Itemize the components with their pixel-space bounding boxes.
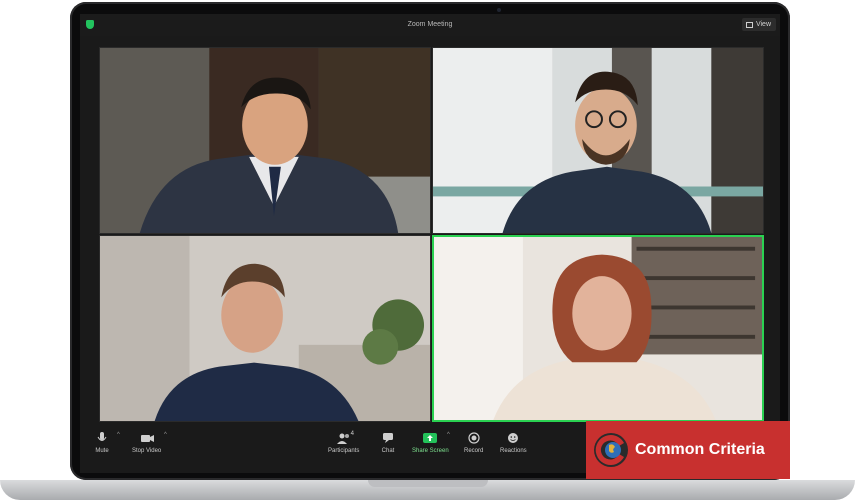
chat-icon — [380, 432, 396, 444]
zoom-window: Zoom Meeting View Mute ^ Stop Video ^ 4 … — [80, 14, 780, 473]
participant-video — [100, 236, 430, 421]
brand-text: Common Criteria — [635, 441, 765, 458]
video-options-caret[interactable]: ^ — [164, 432, 167, 438]
participants-label: Participants — [328, 448, 360, 454]
share-options-caret[interactable]: ^ — [447, 432, 450, 438]
reactions-icon — [505, 432, 521, 444]
mute-button[interactable]: Mute — [94, 432, 110, 454]
participant-video — [434, 237, 762, 420]
view-button[interactable]: View — [741, 18, 776, 31]
window-title: Zoom Meeting — [407, 21, 453, 28]
grid-icon — [745, 21, 753, 28]
record-icon — [466, 432, 482, 444]
video-tile-3[interactable] — [99, 235, 431, 422]
share-screen-button[interactable]: Share Screen — [412, 432, 449, 454]
globe-logo — [594, 433, 628, 467]
view-label: View — [755, 21, 771, 28]
video-camera-icon — [139, 432, 155, 444]
video-tile-4-active-speaker[interactable] — [432, 235, 764, 422]
share-screen-label: Share Screen — [412, 448, 449, 454]
brand-banner: Common Criteria — [586, 421, 790, 479]
laptop-notch — [368, 480, 488, 487]
video-tile-2[interactable] — [432, 47, 764, 234]
participant-video — [433, 48, 763, 233]
webcam — [497, 8, 501, 12]
mute-label: Mute — [95, 448, 109, 454]
record-button[interactable]: Record — [464, 432, 483, 454]
video-tile-1[interactable] — [99, 47, 431, 234]
chat-button[interactable]: Chat — [380, 432, 396, 454]
record-label: Record — [464, 448, 484, 454]
mute-options-caret[interactable]: ^ — [117, 432, 120, 438]
reactions-button[interactable]: Reactions — [500, 432, 527, 454]
share-screen-icon — [422, 432, 438, 444]
stop-video-label: Stop Video — [132, 448, 162, 454]
reactions-label: Reactions — [500, 448, 527, 454]
microphone-icon — [94, 432, 110, 444]
chat-label: Chat — [381, 448, 395, 454]
stop-video-button[interactable]: Stop Video — [132, 432, 161, 454]
participants-count: 4 — [350, 431, 355, 437]
participants-icon: 4 — [336, 431, 355, 444]
participants-button[interactable]: 4 Participants — [328, 431, 360, 454]
participant-video — [100, 48, 430, 233]
title-bar: Zoom Meeting View — [80, 14, 780, 36]
